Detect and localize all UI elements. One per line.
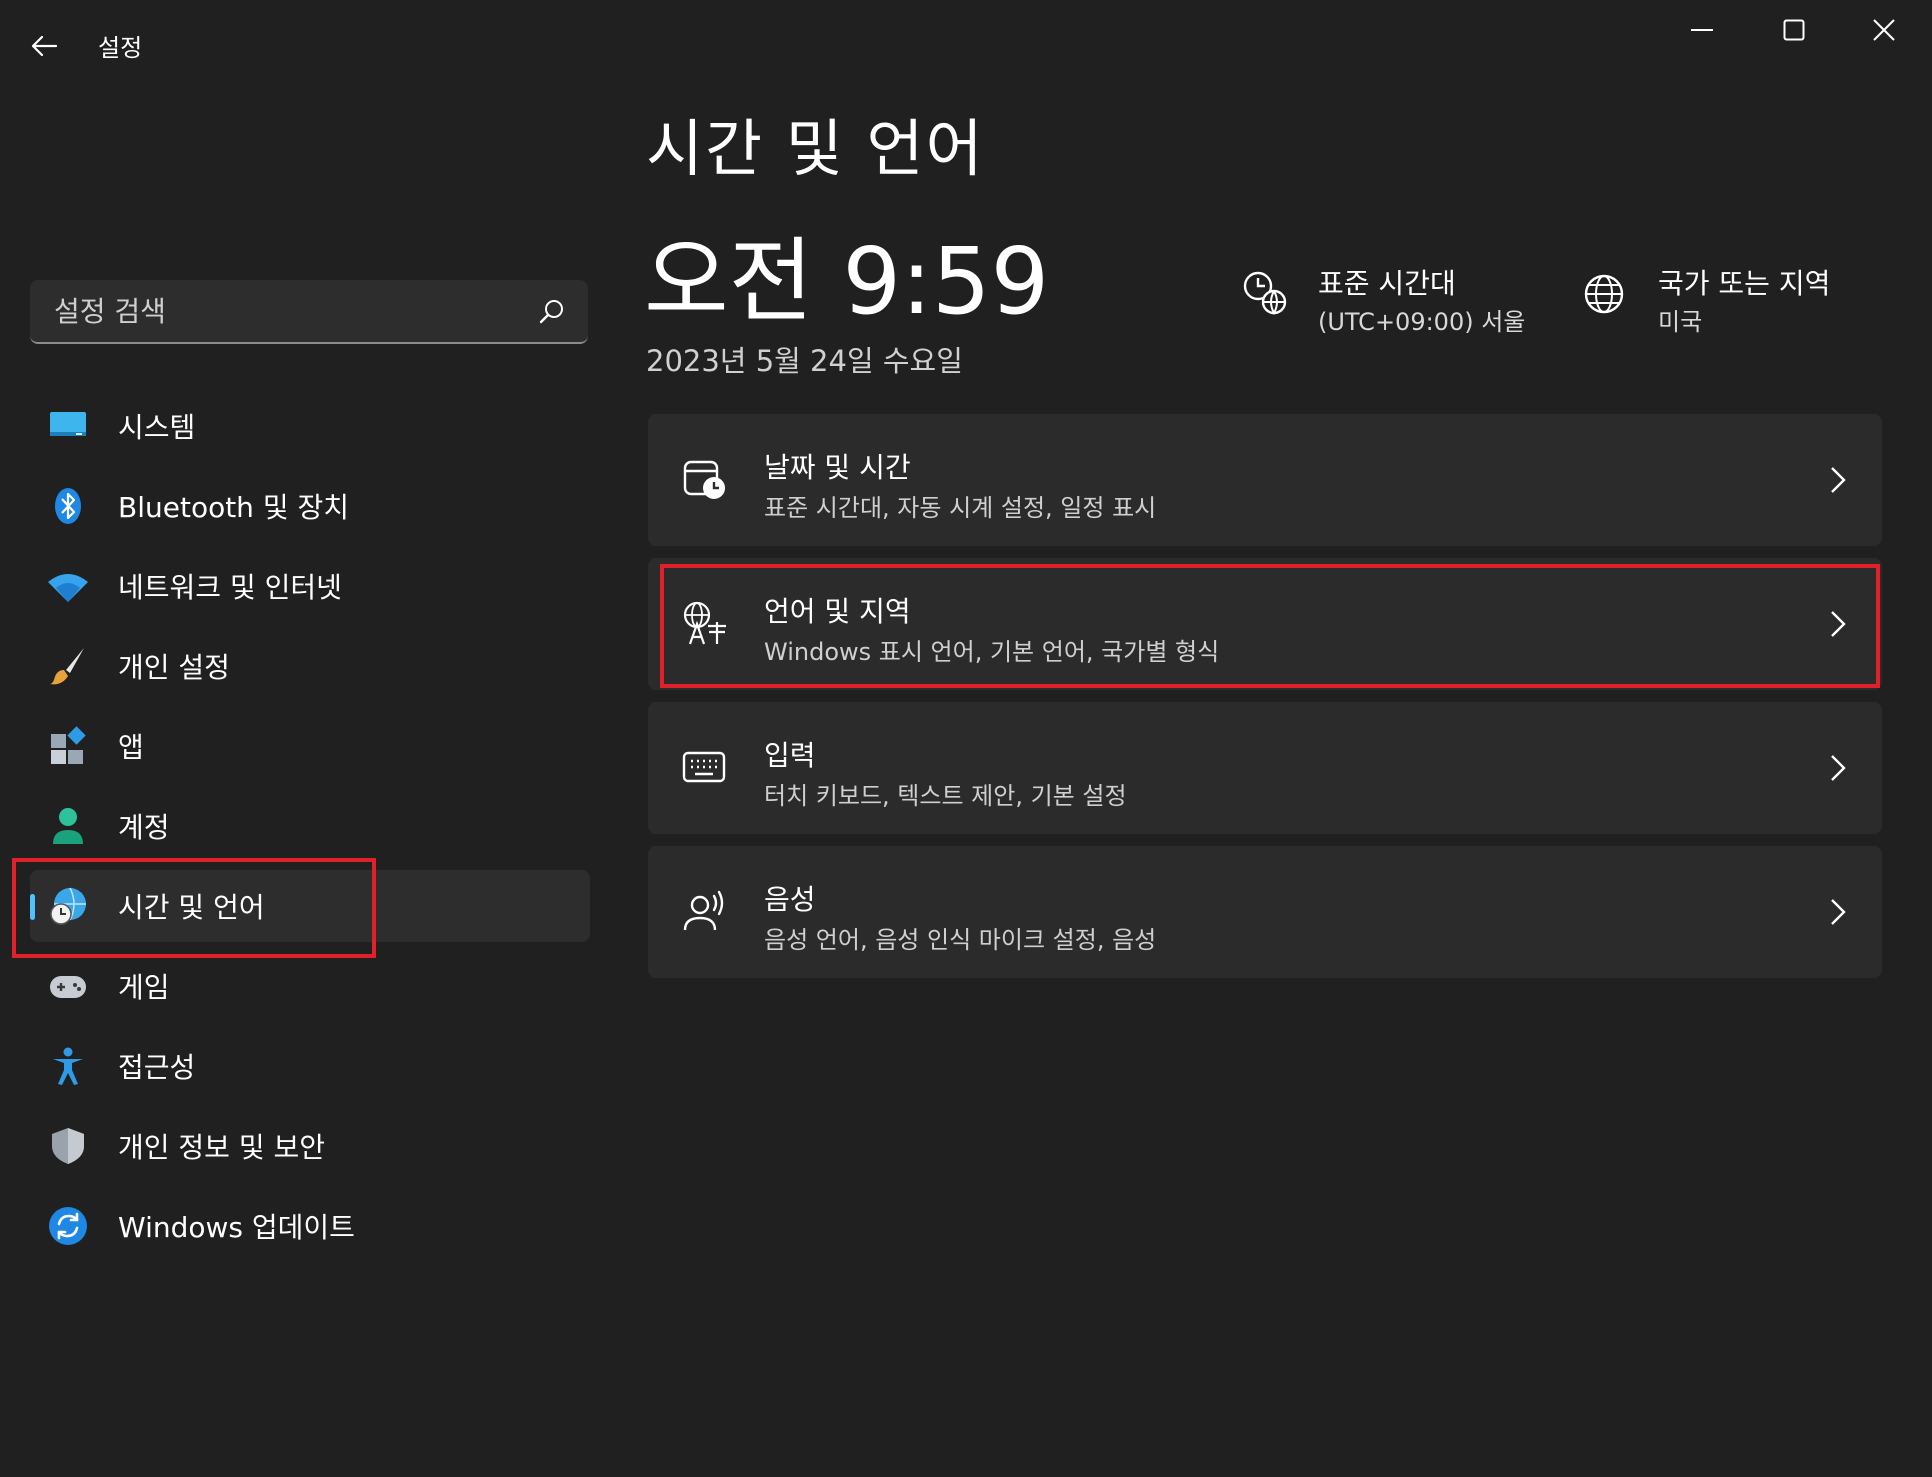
speech-icon [683, 890, 724, 931]
sidebar-item-network[interactable]: 네트워크 및 인터넷 [30, 550, 590, 622]
chevron-right-icon [1831, 755, 1846, 781]
timezone-clock-globe-icon [1243, 271, 1287, 316]
sidebar-item-bluetooth[interactable]: Bluetooth 및 장치 [30, 470, 590, 542]
sidebar-item-gaming[interactable]: 게임 [30, 950, 590, 1022]
card-subtitle: 표준 시간대, 자동 시계 설정, 일정 표시 [764, 494, 1157, 522]
search-input[interactable] [52, 290, 516, 332]
chevron-right-icon [1831, 899, 1846, 925]
card-language-region[interactable]: 언어 및 지역 Windows 표시 언어, 기본 언어, 국가별 형식 [648, 558, 1882, 690]
timezone-link[interactable] [1240, 268, 1292, 320]
minimize-icon [1691, 29, 1713, 31]
card-title: 언어 및 지역 [764, 595, 911, 628]
globe-icon [1584, 274, 1624, 314]
sidebar-item-windows-update[interactable]: Windows 업데이트 [30, 1190, 590, 1262]
sidebar-item-label: 앱 [118, 731, 144, 764]
card-date-time[interactable]: 날짜 및 시간 표준 시간대, 자동 시계 설정, 일정 표시 [648, 414, 1882, 546]
card-title: 음성 [764, 883, 816, 916]
sidebar-item-privacy[interactable]: 개인 정보 및 보안 [30, 1110, 590, 1182]
maximize-button[interactable] [1748, 0, 1840, 60]
card-typing[interactable]: 입력 터치 키보드, 텍스트 제안, 기본 설정 [648, 702, 1882, 834]
sidebar-item-label: 접근성 [118, 1051, 196, 1084]
sidebar-item-system[interactable]: 시스템 [30, 390, 590, 462]
person-icon [53, 808, 83, 844]
sidebar-item-label: 시스템 [118, 411, 196, 444]
sidebar-item-label: 개인 정보 및 보안 [118, 1131, 326, 1164]
shield-icon [52, 1128, 84, 1164]
timezone-title: 표준 시간대 [1318, 267, 1456, 300]
search-icon[interactable] [538, 298, 566, 326]
card-speech[interactable]: 음성 음성 언어, 음성 인식 마이크 설정, 음성 [648, 846, 1882, 978]
page-title: 시간 및 언어 [646, 112, 985, 185]
sidebar-item-label: 시간 및 언어 [118, 891, 265, 924]
card-subtitle: 터치 키보드, 텍스트 제안, 기본 설정 [764, 782, 1127, 810]
calendar-clock-icon [683, 460, 725, 499]
card-subtitle: Windows 표시 언어, 기본 언어, 국가별 형식 [764, 638, 1220, 666]
timezone-value: (UTC+09:00) 서울 [1318, 308, 1526, 336]
card-subtitle: 음성 언어, 음성 인식 마이크 설정, 음성 [764, 926, 1157, 954]
card-title: 날짜 및 시간 [764, 451, 911, 484]
region-value: 미국 [1658, 308, 1703, 336]
wifi-icon [48, 574, 88, 602]
sidebar-item-label: 네트워크 및 인터넷 [118, 571, 342, 604]
keyboard-icon [682, 751, 726, 783]
sidebar-item-accessibility[interactable]: 접근성 [30, 1030, 590, 1102]
minimize-button[interactable] [1656, 0, 1748, 60]
accessibility-icon [53, 1047, 83, 1085]
system-monitor-icon [50, 412, 86, 436]
selected-indicator [30, 894, 35, 920]
chevron-right-icon [1831, 611, 1846, 637]
region-link[interactable] [1582, 272, 1628, 318]
settings-search-box[interactable] [30, 280, 588, 344]
back-button[interactable] [22, 26, 66, 66]
card-title: 입력 [764, 739, 816, 772]
sidebar-item-label: Windows 업데이트 [118, 1211, 355, 1244]
sidebar-item-accounts[interactable]: 계정 [30, 790, 590, 862]
maximize-icon [1783, 19, 1805, 41]
sidebar-nav: 시스템 Bluetooth 및 장치 네트워크 및 인터넷 개인 설정 앱 계정… [30, 390, 590, 1270]
sidebar-item-personalization[interactable]: 개인 설정 [30, 630, 590, 702]
sidebar-item-label: 계정 [118, 811, 170, 844]
update-icon [49, 1207, 87, 1245]
sidebar-item-time-language[interactable]: 시간 및 언어 [30, 870, 590, 942]
back-arrow-icon [31, 35, 58, 57]
apps-icon [51, 726, 86, 764]
chevron-right-icon [1831, 467, 1846, 493]
current-date: 2023년 5월 24일 수요일 [646, 344, 963, 378]
sidebar-item-label: Bluetooth 및 장치 [118, 491, 350, 524]
language-icon [683, 601, 726, 645]
current-time: 오전 9:59 [644, 228, 1050, 335]
sidebar-item-label: 게임 [118, 971, 170, 1004]
bluetooth-icon [55, 488, 81, 524]
close-icon [1873, 19, 1895, 41]
gamepad-icon [50, 976, 86, 998]
sidebar-item-apps[interactable]: 앱 [30, 710, 590, 782]
paintbrush-icon [50, 648, 84, 685]
globe-clock-icon [50, 887, 86, 925]
sidebar-item-label: 개인 설정 [118, 651, 230, 684]
app-title: 설정 [98, 34, 143, 62]
close-button[interactable] [1838, 0, 1930, 60]
region-title: 국가 또는 지역 [1658, 267, 1831, 300]
